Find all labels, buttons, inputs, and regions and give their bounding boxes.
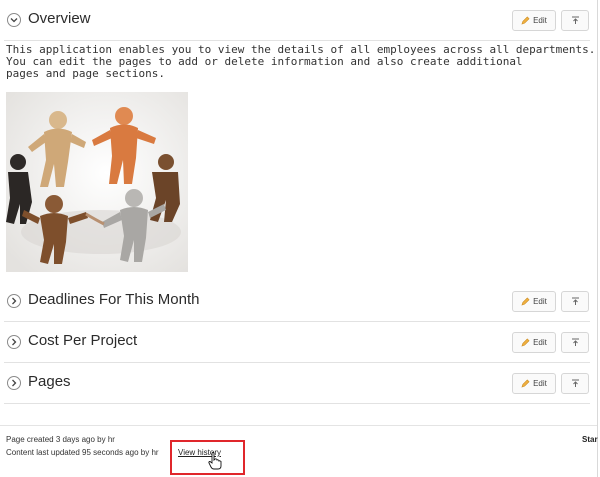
edit-button-pages[interactable]: Edit [512,373,556,394]
edit-label: Edit [533,379,547,388]
hand-pointer-icon [208,452,222,470]
edit-label: Edit [533,338,547,347]
section-title-cost[interactable]: Cost Per Project [28,332,137,349]
pin-to-top-button-overview[interactable] [561,10,589,31]
wiki-page: Overview Edit This application enables y… [0,0,600,477]
edit-button-cost[interactable]: Edit [512,332,556,353]
edit-button-overview[interactable]: Edit [512,10,556,31]
section-title-pages[interactable]: Pages [28,373,71,390]
page-created-text: Page created 3 days ago by hr [6,435,115,444]
pin-top-icon [571,338,579,346]
section-deadlines-header[interactable]: Deadlines For This Month Edit [4,281,590,322]
chevron-right-icon[interactable] [7,376,21,390]
section-title-deadlines[interactable]: Deadlines For This Month [28,291,199,308]
chevron-down-icon[interactable] [7,13,21,27]
edit-label: Edit [533,297,547,306]
pencil-icon [521,338,530,347]
pin-to-top-button-pages[interactable] [561,373,589,394]
pin-top-icon [571,379,579,387]
pencil-icon [521,379,530,388]
pin-top-icon [571,16,579,24]
chevron-right-icon[interactable] [7,294,21,308]
team-illustration [6,92,188,272]
section-overview-header[interactable]: Overview Edit [4,0,590,41]
pencil-icon [521,297,530,306]
pin-to-top-button-deadlines[interactable] [561,291,589,312]
pin-to-top-button-cost[interactable] [561,332,589,353]
pin-top-icon [571,297,579,305]
scrollbar-edge [597,0,598,477]
edit-button-deadlines[interactable]: Edit [512,291,556,312]
section-cost-header[interactable]: Cost Per Project Edit [4,322,590,363]
chevron-right-icon[interactable] [7,335,21,349]
star-label[interactable]: Star [582,435,598,444]
edit-label: Edit [533,16,547,25]
content-updated-line: Content last updated 95 seconds ago by h… [6,448,159,457]
content-updated-text: Content last updated 95 seconds ago by h… [6,448,159,457]
section-pages-header[interactable]: Pages Edit [4,363,590,404]
section-title-overview[interactable]: Overview [28,10,91,27]
overview-description: This application enables you to view the… [6,43,596,80]
pencil-icon [521,16,530,25]
